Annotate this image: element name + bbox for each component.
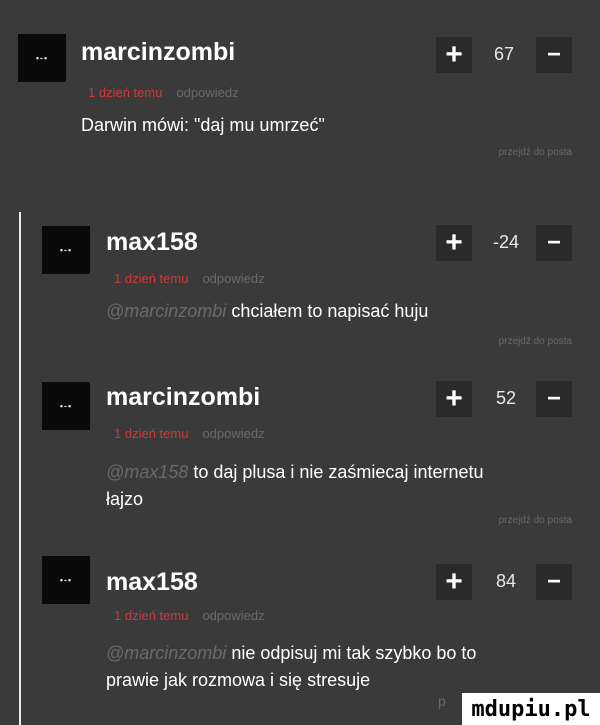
truncated-goto-link: p (438, 693, 446, 709)
watermark-logo: mdupiu.pl (462, 693, 600, 725)
comment-score: -24 (492, 232, 519, 252)
mention-link[interactable]: @marcinzombi (106, 301, 226, 321)
upvote-button[interactable]: + (436, 564, 472, 600)
comment-meta: 1 dzień temu odpowiedz (88, 85, 239, 100)
reply-link[interactable]: odpowiedz (202, 608, 264, 623)
goto-post-link[interactable]: przejdź do posta (499, 515, 572, 526)
comment-score: 52 (495, 388, 517, 408)
comment-time: 1 dzień temu (114, 608, 189, 623)
downvote-button[interactable]: − (536, 381, 572, 417)
comment-text: @marcinzombi nie odpisuj mi tak szybko b… (106, 640, 476, 694)
comment-username[interactable]: max158 (106, 228, 198, 257)
comment-text: @max158 to daj plusa i nie zaśmiecaj int… (106, 459, 484, 513)
comment-username[interactable]: max158 (106, 568, 198, 597)
comment-score: 84 (495, 571, 517, 591)
comment-time: 1 dzień temu (114, 426, 189, 441)
avatar-mark: •-• (59, 245, 73, 255)
avatar-mark: •-• (35, 53, 49, 63)
goto-post-link[interactable]: przejdź do posta (499, 147, 572, 158)
downvote-button[interactable]: − (536, 225, 572, 261)
comment-score: 67 (493, 44, 515, 64)
avatar-mark: •-• (59, 575, 73, 585)
goto-post-link[interactable]: przejdź do posta (499, 336, 572, 347)
avatar-mark: •-• (59, 401, 73, 411)
comment-text: Darwin mówi: "daj mu umrzeć" (81, 112, 325, 139)
comment-body: Darwin mówi: "daj mu umrzeć" (81, 115, 325, 135)
upvote-button[interactable]: + (436, 37, 472, 73)
comment-username[interactable]: marcinzombi (106, 383, 260, 412)
comment-text: @marcinzombi chciałem to napisać huju (106, 298, 428, 325)
mention-link[interactable]: @marcinzombi (106, 643, 226, 663)
comment-meta: 1 dzień temu odpowiedz (114, 426, 265, 441)
downvote-button[interactable]: − (536, 37, 572, 73)
avatar[interactable]: •-• (42, 382, 90, 430)
reply-link[interactable]: odpowiedz (202, 426, 264, 441)
avatar[interactable]: •-• (42, 556, 90, 604)
avatar[interactable]: •-• (18, 34, 66, 82)
avatar[interactable]: •-• (42, 226, 90, 274)
comment-body: chciałem to napisać huju (231, 301, 429, 321)
comment-meta: 1 dzień temu odpowiedz (114, 608, 265, 623)
comment-time: 1 dzień temu (114, 271, 189, 286)
comment-time: 1 dzień temu (88, 85, 163, 100)
reply-link[interactable]: odpowiedz (176, 85, 238, 100)
reply-link[interactable]: odpowiedz (202, 271, 264, 286)
upvote-button[interactable]: + (436, 381, 472, 417)
downvote-button[interactable]: − (536, 564, 572, 600)
reply-thread-line (19, 212, 21, 725)
upvote-button[interactable]: + (436, 225, 472, 261)
comment-meta: 1 dzień temu odpowiedz (114, 271, 265, 286)
mention-link[interactable]: @max158 (106, 462, 188, 482)
comment-username[interactable]: marcinzombi (81, 38, 235, 67)
